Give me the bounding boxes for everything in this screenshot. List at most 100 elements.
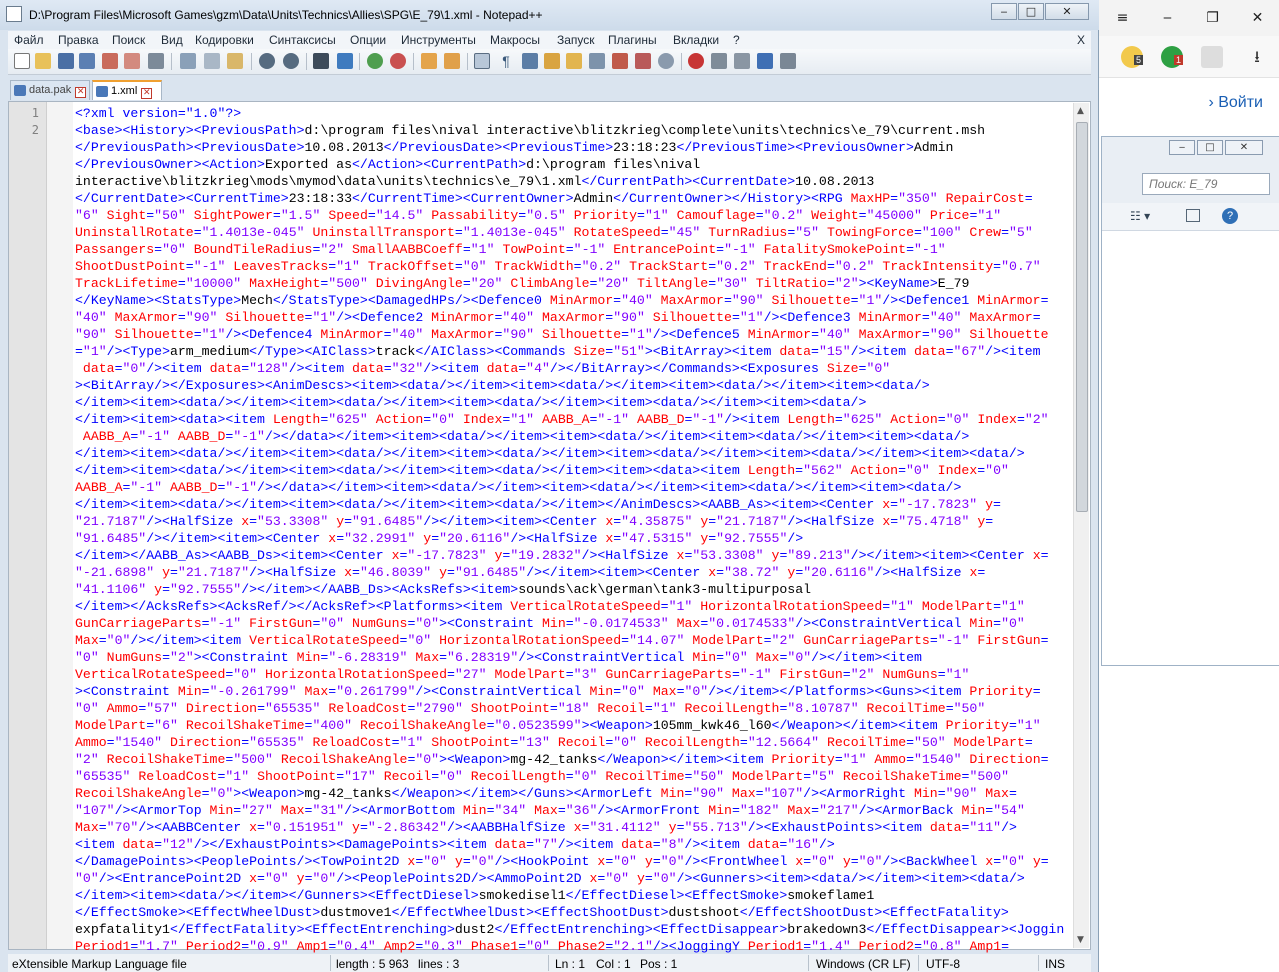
xml-tag-token: = bbox=[367, 208, 376, 223]
folder-workspace-icon[interactable] bbox=[635, 53, 651, 69]
xml-tag-token: = bbox=[723, 293, 732, 308]
xml-tag-token: = bbox=[977, 463, 986, 478]
map-icon[interactable] bbox=[566, 53, 582, 69]
function-list-icon[interactable] bbox=[612, 53, 628, 69]
xml-tag-token bbox=[629, 412, 637, 427]
xml-attribute-token: AABB_A bbox=[75, 429, 131, 444]
menu-file[interactable]: Файл bbox=[14, 33, 44, 47]
scrollbar-thumb[interactable] bbox=[1076, 122, 1088, 512]
doc-list-icon[interactable] bbox=[589, 53, 605, 69]
tab-close-icon[interactable]: ✕ bbox=[75, 87, 87, 98]
dialog-search-input[interactable]: Поиск: E_79 bbox=[1142, 173, 1270, 195]
code-text[interactable]: <?xml version="1.0"?> <base><History><Pre… bbox=[75, 105, 1065, 955]
cut-icon[interactable] bbox=[180, 53, 196, 69]
help-icon[interactable]: ? bbox=[1222, 208, 1238, 224]
xml-tag-token: = bbox=[185, 259, 194, 274]
xml-tag-token: = bbox=[613, 293, 622, 308]
xml-value-token: "40" bbox=[819, 327, 851, 342]
scroll-up-arrow-icon[interactable]: ▲ bbox=[1077, 106, 1084, 116]
xml-tag-token: = bbox=[708, 259, 717, 274]
save-macro-icon[interactable] bbox=[780, 53, 796, 69]
save-all-icon[interactable] bbox=[79, 53, 95, 69]
dialog-maximize-button[interactable]: □ bbox=[1197, 140, 1223, 155]
undo-icon[interactable] bbox=[259, 53, 275, 69]
close-file-icon[interactable] bbox=[102, 53, 118, 69]
print-icon[interactable] bbox=[148, 53, 164, 69]
xml-value-token: "1" bbox=[890, 599, 914, 614]
record-macro-icon[interactable] bbox=[688, 53, 704, 69]
view-options-icon[interactable]: ☷ ▾ bbox=[1130, 209, 1150, 223]
menu-tabs[interactable]: Вкладки bbox=[673, 33, 719, 47]
preview-pane-icon[interactable] bbox=[1186, 209, 1200, 222]
download-icon[interactable]: ⭳ bbox=[1246, 46, 1268, 68]
monitoring-icon[interactable] bbox=[658, 53, 674, 69]
xml-tag-token: = bbox=[565, 769, 574, 784]
xml-tag-token bbox=[629, 871, 637, 886]
menu-plugins[interactable]: Плагины bbox=[608, 33, 657, 47]
extension-green-icon[interactable]: 1 bbox=[1161, 46, 1184, 68]
tab-close-icon[interactable]: ✕ bbox=[141, 88, 153, 99]
maximize-button[interactable]: □ bbox=[1018, 3, 1044, 20]
browser-restore-button[interactable]: ❐ bbox=[1190, 10, 1235, 26]
browser-minimize-button[interactable]: ‒ bbox=[1145, 10, 1190, 26]
xml-tag-token: /><item bbox=[724, 412, 788, 427]
paste-icon[interactable] bbox=[227, 53, 243, 69]
dialog-close-button[interactable]: ✕ bbox=[1225, 140, 1263, 155]
replace-icon[interactable] bbox=[337, 53, 353, 69]
zoom-in-icon[interactable] bbox=[367, 53, 383, 69]
open-file-icon[interactable] bbox=[35, 53, 51, 69]
xml-value-token: "90" bbox=[731, 293, 764, 308]
tab-1-xml[interactable]: 1.xml ✕ bbox=[92, 80, 162, 100]
close-document-x[interactable]: X bbox=[1077, 33, 1085, 47]
zoom-out-icon[interactable] bbox=[390, 53, 406, 69]
sync-vertical-icon[interactable] bbox=[421, 53, 437, 69]
collections-icon[interactable] bbox=[1201, 46, 1223, 68]
extension-badge-icon[interactable]: 5 bbox=[1121, 46, 1144, 68]
dialog-minimize-button[interactable]: ‒ bbox=[1169, 140, 1195, 155]
run-macro-multiple-icon[interactable] bbox=[757, 53, 773, 69]
find-icon[interactable] bbox=[313, 53, 329, 69]
editor-pane[interactable]: 1 2 <?xml version="1.0"?> <base><History>… bbox=[8, 101, 1091, 954]
play-macro-icon[interactable] bbox=[734, 53, 750, 69]
tab-data-pak[interactable]: data.pak ✕ bbox=[10, 80, 90, 100]
menu-macro[interactable]: Макросы bbox=[490, 33, 540, 47]
word-wrap-icon[interactable] bbox=[474, 53, 490, 69]
xml-tag-token: </CurrentOwner></History><RPG bbox=[613, 191, 851, 206]
minimize-button[interactable]: ‒ bbox=[991, 3, 1017, 20]
xml-tag-token bbox=[328, 514, 336, 529]
menu-view[interactable]: Вид bbox=[161, 33, 183, 47]
menu-tools[interactable]: Инструменты bbox=[401, 33, 476, 47]
lang-icon[interactable] bbox=[544, 53, 560, 69]
browser-close-button[interactable]: ✕ bbox=[1235, 10, 1279, 26]
copy-icon[interactable] bbox=[204, 53, 220, 69]
indent-guide-icon[interactable] bbox=[522, 53, 538, 69]
menu-search[interactable]: Поиск bbox=[112, 33, 145, 47]
vertical-scrollbar[interactable]: ▲ ▼ bbox=[1073, 103, 1089, 948]
redo-icon[interactable] bbox=[283, 53, 299, 69]
scroll-down-arrow-icon[interactable]: ▼ bbox=[1077, 935, 1084, 945]
close-button[interactable]: ✕ bbox=[1045, 3, 1089, 20]
stop-macro-icon[interactable] bbox=[711, 53, 727, 69]
xml-value-token: "0" bbox=[985, 463, 1009, 478]
xml-tag-token: = bbox=[272, 208, 281, 223]
menu-help[interactable]: ? bbox=[733, 33, 740, 47]
menu-encoding[interactable]: Кодировки bbox=[195, 33, 254, 47]
xml-attribute-token: LeavesTracks bbox=[233, 259, 329, 274]
menu-edit[interactable]: Правка bbox=[58, 33, 99, 47]
xml-attribute-token: RecoilTime bbox=[826, 735, 907, 750]
login-link[interactable]: › Войти bbox=[1208, 94, 1263, 112]
xml-attribute-token: Period2 bbox=[185, 939, 242, 954]
xml-text-token: 23:18:23 bbox=[613, 140, 677, 155]
sync-horizontal-icon[interactable] bbox=[444, 53, 460, 69]
xml-tag-token: = bbox=[716, 242, 725, 257]
menu-settings[interactable]: Опции bbox=[350, 33, 386, 47]
xml-value-token: "128" bbox=[249, 361, 289, 376]
menu-run[interactable]: Запуск bbox=[557, 33, 595, 47]
xml-attribute-token: Period2 bbox=[858, 939, 915, 954]
show-all-chars-icon[interactable]: ¶ bbox=[498, 53, 514, 69]
save-icon[interactable] bbox=[58, 53, 74, 69]
browser-menu-icon[interactable]: ≡ bbox=[1100, 10, 1145, 26]
menu-syntax[interactable]: Синтаксисы bbox=[269, 33, 336, 47]
new-file-icon[interactable] bbox=[14, 53, 30, 69]
close-all-icon[interactable] bbox=[124, 53, 140, 69]
